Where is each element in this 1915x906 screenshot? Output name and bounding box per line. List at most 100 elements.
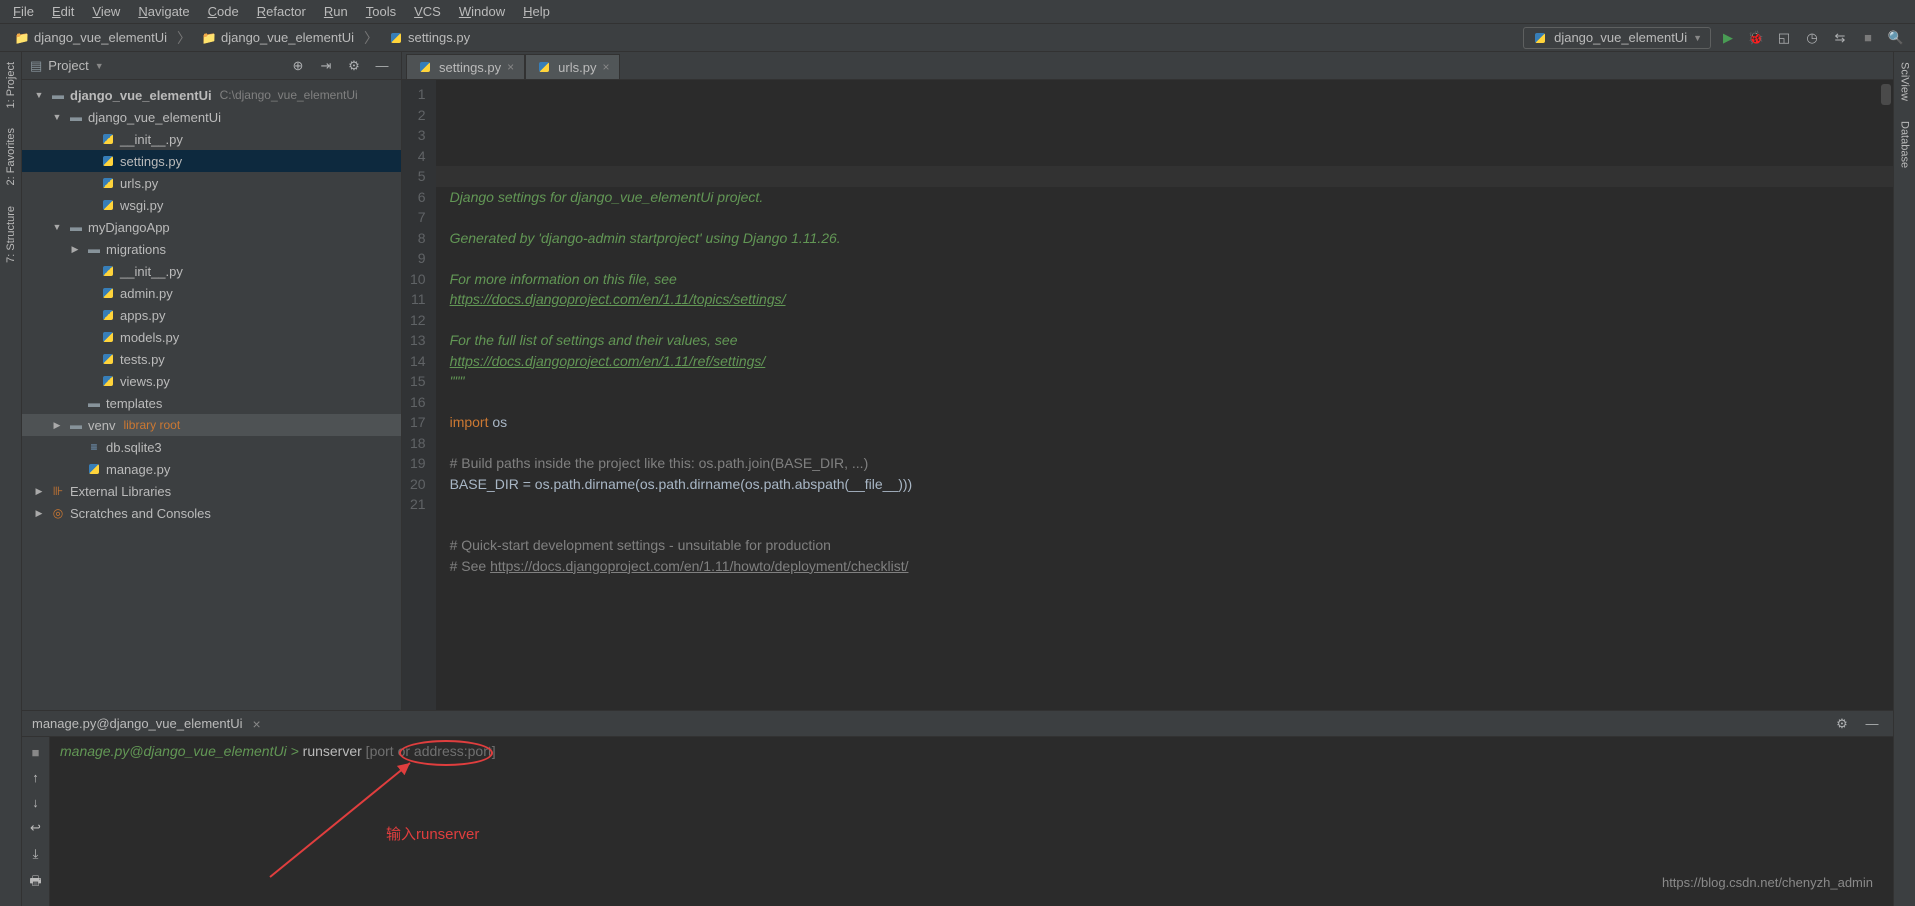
editor[interactable]: 123456789101112131415161718192021 """Dja…: [402, 80, 1893, 710]
project-tree[interactable]: ▼▬django_vue_elementUiC:\django_vue_elem…: [22, 80, 401, 710]
tree-migrations[interactable]: ▶▬migrations: [22, 238, 401, 260]
breadcrumb-item[interactable]: 📁django_vue_elementUi: [195, 28, 360, 48]
debug-button[interactable]: 🐞: [1745, 27, 1767, 49]
concurrency-button[interactable]: ⇆: [1829, 27, 1851, 49]
stop-button[interactable]: ■: [1857, 27, 1879, 49]
tree-label: venv: [88, 418, 115, 433]
tree-settingspy[interactable]: settings.py: [22, 150, 401, 172]
tree-templates[interactable]: ▬templates: [22, 392, 401, 414]
down-arrow-icon[interactable]: ↓: [32, 795, 39, 810]
tree-mydjangoapp[interactable]: ▼▬myDjangoApp: [22, 216, 401, 238]
tree-testspy[interactable]: tests.py: [22, 348, 401, 370]
menu-run[interactable]: Run: [316, 2, 356, 21]
tool-tab-database[interactable]: Database: [1897, 115, 1913, 174]
profile-button[interactable]: ◷: [1801, 27, 1823, 49]
search-everywhere-button[interactable]: 🔍: [1885, 27, 1907, 49]
tree-appspy[interactable]: apps.py: [22, 304, 401, 326]
tree-djangovueelementui[interactable]: ▼▬django_vue_elementUiC:\django_vue_elem…: [22, 84, 401, 106]
tree-urlspy[interactable]: urls.py: [22, 172, 401, 194]
toolbar-right: django_vue_elementUi ▼ ▶ 🐞 ◱ ◷ ⇆ ■ 🔍: [1523, 27, 1907, 49]
tree-externallibraries[interactable]: ▶⊪External Libraries: [22, 480, 401, 502]
menu-navigate[interactable]: Navigate: [130, 2, 197, 21]
run-panel-tabbar: manage.py@django_vue_elementUi × ⚙ —: [22, 711, 1893, 737]
menu-tools[interactable]: Tools: [358, 2, 404, 21]
menu-file[interactable]: File: [5, 2, 42, 21]
code-line-21: [450, 576, 1893, 597]
menu-help[interactable]: Help: [515, 2, 558, 21]
editor-tabs: settings.py×urls.py×: [402, 52, 1893, 80]
tree-venv[interactable]: ▶▬venvlibrary root: [22, 414, 401, 436]
run-tab-label: manage.py@django_vue_elementUi: [32, 716, 243, 731]
annotation-text: 输入runserver: [386, 823, 479, 844]
hide-icon[interactable]: —: [1861, 713, 1883, 735]
print-icon[interactable]: 🖶: [29, 872, 41, 894]
menu-window[interactable]: Window: [451, 2, 513, 21]
code-line-13: import os: [450, 412, 1893, 433]
tree-label: models.py: [120, 330, 179, 345]
library-root-label: library root: [123, 418, 180, 432]
menubar: FileEditViewNavigateCodeRefactorRunTools…: [0, 0, 1915, 24]
tree-label: admin.py: [120, 286, 173, 301]
breadcrumb-separator: 〉: [362, 28, 380, 48]
stop-square-icon[interactable]: ■: [32, 745, 40, 760]
folder-icon: ▬: [86, 395, 102, 411]
tree-modelspy[interactable]: models.py: [22, 326, 401, 348]
python-file-icon: [100, 197, 116, 213]
tool-tab-project[interactable]: 1: Project: [3, 56, 19, 114]
tree-label: __init__.py: [120, 264, 183, 279]
editor-tab-settingspy[interactable]: settings.py×: [406, 54, 525, 79]
run-tab[interactable]: manage.py@django_vue_elementUi ×: [32, 716, 261, 732]
breadcrumb-item[interactable]: settings.py: [382, 28, 476, 48]
code-line-18: [450, 515, 1893, 536]
collapse-icon[interactable]: ⇥: [315, 55, 337, 77]
menu-refactor[interactable]: Refactor: [249, 2, 314, 21]
run-panel: manage.py@django_vue_elementUi × ⚙ — ■ ↑…: [22, 710, 1893, 906]
menu-edit[interactable]: Edit: [44, 2, 82, 21]
tree-dbsqlite3[interactable]: ≡db.sqlite3: [22, 436, 401, 458]
gear-icon[interactable]: ⚙: [343, 55, 365, 77]
tree-initpy[interactable]: __init__.py: [22, 128, 401, 150]
tree-label: urls.py: [120, 176, 158, 191]
breadcrumb-item[interactable]: 📁django_vue_elementUi: [8, 28, 173, 48]
tree-scratchesandconsoles[interactable]: ▶◎Scratches and Consoles: [22, 502, 401, 524]
breadcrumb-label: django_vue_elementUi: [221, 30, 354, 45]
close-icon[interactable]: ×: [602, 60, 609, 74]
scroll-to-end-icon[interactable]: ⤓: [33, 846, 39, 862]
close-icon[interactable]: ×: [253, 716, 261, 732]
tree-arrow: ▶: [32, 508, 46, 519]
gear-icon[interactable]: ⚙: [1831, 713, 1853, 735]
editor-area: settings.py×urls.py× 1234567891011121314…: [402, 52, 1893, 710]
tool-tab-favorites[interactable]: 2: Favorites: [3, 122, 19, 191]
run-console[interactable]: manage.py@django_vue_elementUi > runserv…: [50, 737, 1893, 906]
editor-code[interactable]: """Django settings for django_vue_elemen…: [436, 80, 1893, 710]
hide-icon[interactable]: —: [371, 55, 393, 77]
soft-wrap-icon[interactable]: ↩: [30, 820, 41, 836]
coverage-button[interactable]: ◱: [1773, 27, 1795, 49]
project-panel-header: ▤ Project ▼ ⊕ ⇥ ⚙ —: [22, 52, 401, 80]
code-line-6: For more information on this file, see: [450, 269, 1893, 290]
run-button[interactable]: ▶: [1717, 27, 1739, 49]
tool-tab-sciview[interactable]: SciView: [1897, 56, 1913, 107]
tree-label: tests.py: [120, 352, 165, 367]
tree-initpy[interactable]: __init__.py: [22, 260, 401, 282]
close-icon[interactable]: ×: [507, 60, 514, 74]
tool-tab-structure[interactable]: 7: Structure: [3, 200, 19, 269]
run-config-selector[interactable]: django_vue_elementUi ▼: [1523, 27, 1711, 49]
editor-tab-urlspy[interactable]: urls.py×: [525, 54, 620, 79]
tree-managepy[interactable]: manage.py: [22, 458, 401, 480]
scrollbar-thumb[interactable]: [1881, 84, 1891, 105]
project-panel-title[interactable]: ▤ Project ▼: [30, 58, 104, 74]
tree-viewspy[interactable]: views.py: [22, 370, 401, 392]
caret-line: [436, 166, 1893, 187]
menu-view[interactable]: View: [84, 2, 128, 21]
code-line-4: Generated by 'django-admin startproject'…: [450, 228, 1893, 249]
tree-wsgipy[interactable]: wsgi.py: [22, 194, 401, 216]
menu-code[interactable]: Code: [200, 2, 247, 21]
tree-adminpy[interactable]: admin.py: [22, 282, 401, 304]
folder-icon: 📁: [14, 30, 30, 46]
menu-vcs[interactable]: VCS: [406, 2, 449, 21]
tree-djangovueelementui[interactable]: ▼▬django_vue_elementUi: [22, 106, 401, 128]
locate-icon[interactable]: ⊕: [287, 55, 309, 77]
up-arrow-icon[interactable]: ↑: [32, 770, 39, 785]
folder-icon: ▬: [68, 109, 84, 125]
